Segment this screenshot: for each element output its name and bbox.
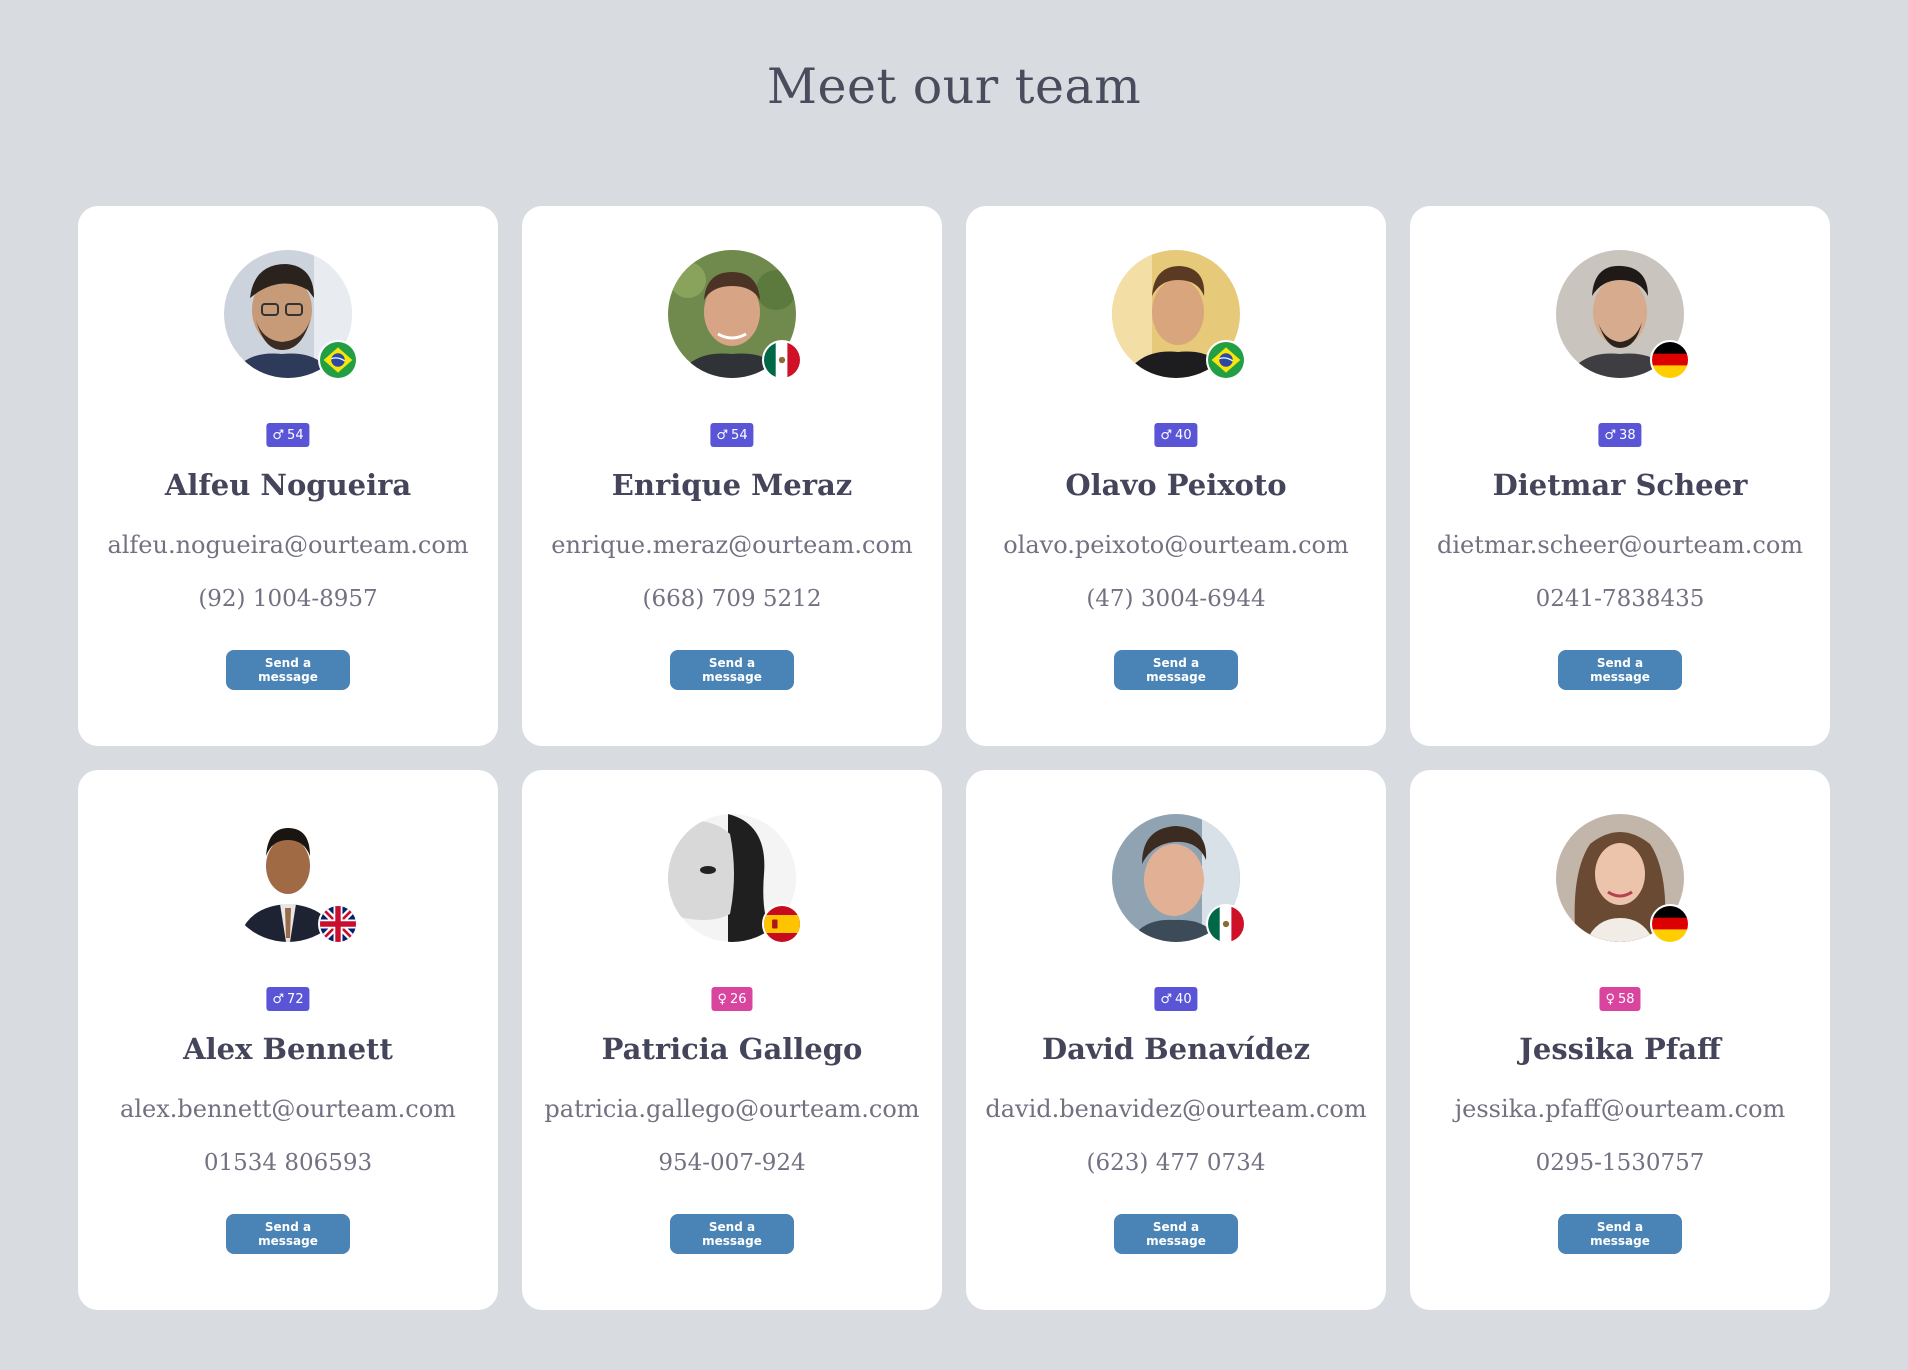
page-title: Meet our team — [766, 58, 1142, 115]
member-phone: 954-007-924 — [658, 1150, 806, 1176]
male-icon: ♂ — [716, 427, 729, 443]
send-message-button[interactable]: Send a message — [1558, 1214, 1682, 1254]
send-message-button[interactable]: Send a message — [226, 650, 350, 690]
send-message-button[interactable]: Send a message — [1558, 650, 1682, 690]
member-phone: (668) 709 5212 — [642, 586, 822, 612]
brazil-flag-icon — [1206, 340, 1246, 380]
male-icon: ♂ — [1160, 427, 1173, 443]
gender-age-badge: ♂ 54 — [710, 423, 754, 447]
team-member-card: ♂ 40 David Benavídez david.benavidez@our… — [966, 770, 1386, 1310]
team-member-card: ♂ 54 Enrique Meraz enrique.meraz@ourteam… — [522, 206, 942, 746]
team-member-card: ♂ 40 Olavo Peixoto olavo.peixoto@ourteam… — [966, 206, 1386, 746]
member-email: jessika.pfaff@ourteam.com — [1454, 1095, 1786, 1123]
member-email: alex.bennett@ourteam.com — [120, 1095, 456, 1123]
gender-age-badge: ♂ 38 — [1598, 423, 1642, 447]
age-label: 58 — [1617, 991, 1635, 1007]
member-email: olavo.peixoto@ourteam.com — [1003, 531, 1349, 559]
send-message-button[interactable]: Send a message — [670, 1214, 794, 1254]
spain-flag-icon — [762, 904, 802, 944]
male-icon: ♂ — [1604, 427, 1617, 443]
member-phone: 0241-7838435 — [1535, 586, 1705, 612]
brazil-flag-icon — [318, 340, 358, 380]
avatar-container — [224, 250, 358, 380]
age-label: 54 — [731, 427, 748, 443]
member-name: Enrique Meraz — [611, 468, 853, 502]
team-grid: ♂ 54 Alfeu Nogueira alfeu.nogueira@ourte… — [78, 206, 1830, 1310]
member-phone: 0295-1530757 — [1535, 1150, 1705, 1176]
germany-flag-icon — [1650, 340, 1690, 380]
germany-flag-icon — [1650, 904, 1690, 944]
team-member-card: ♀ 58 Jessika Pfaff jessika.pfaff@ourteam… — [1410, 770, 1830, 1310]
send-message-button[interactable]: Send a message — [670, 650, 794, 690]
member-name: Dietmar Scheer — [1492, 468, 1748, 502]
team-member-card: ♂ 54 Alfeu Nogueira alfeu.nogueira@ourte… — [78, 206, 498, 746]
avatar-container — [1556, 814, 1690, 944]
member-name: Jessika Pfaff — [1519, 1032, 1721, 1066]
female-icon: ♀ — [717, 991, 727, 1007]
member-name: Patricia Gallego — [601, 1032, 863, 1066]
team-member-card: ♀ 26 Patricia Gallego patricia.gallego@o… — [522, 770, 942, 1310]
team-member-card: ♂ 38 Dietmar Scheer dietmar.scheer@ourte… — [1410, 206, 1830, 746]
team-member-card: ♂ 72 Alex Bennett alex.bennett@ourteam.c… — [78, 770, 498, 1310]
avatar-container — [224, 814, 358, 944]
member-phone: (47) 3004-6944 — [1086, 586, 1266, 612]
gender-age-badge: ♂ 54 — [266, 423, 310, 447]
avatar-container — [668, 814, 802, 944]
member-phone: 01534 806593 — [203, 1150, 373, 1176]
member-phone: (92) 1004-8957 — [198, 586, 378, 612]
send-message-button[interactable]: Send a message — [226, 1214, 350, 1254]
member-name: Alfeu Nogueira — [164, 468, 412, 502]
member-email: alfeu.nogueira@ourteam.com — [107, 531, 469, 559]
send-message-button[interactable]: Send a message — [1114, 1214, 1238, 1254]
avatar-container — [668, 250, 802, 380]
member-email: enrique.meraz@ourteam.com — [551, 531, 913, 559]
gender-age-badge: ♂ 72 — [266, 987, 310, 1011]
avatar-container — [1112, 250, 1246, 380]
age-label: 26 — [729, 991, 747, 1007]
age-label: 72 — [287, 991, 304, 1007]
mexico-flag-icon — [1206, 904, 1246, 944]
male-icon: ♂ — [272, 991, 285, 1007]
age-label: 38 — [1619, 427, 1636, 443]
age-label: 54 — [287, 427, 304, 443]
member-name: David Benavídez — [1041, 1032, 1311, 1066]
member-email: david.benavidez@ourteam.com — [985, 1095, 1367, 1123]
uk-flag-icon — [318, 904, 358, 944]
member-name: Alex Bennett — [183, 1032, 393, 1066]
member-email: dietmar.scheer@ourteam.com — [1436, 531, 1804, 559]
male-icon: ♂ — [272, 427, 285, 443]
member-email: patricia.gallego@ourteam.com — [544, 1095, 920, 1123]
member-name: Olavo Peixoto — [1065, 468, 1287, 502]
avatar-container — [1556, 250, 1690, 380]
gender-age-badge: ♂ 40 — [1154, 987, 1198, 1011]
avatar-container — [1112, 814, 1246, 944]
member-phone: (623) 477 0734 — [1086, 1150, 1266, 1176]
mexico-flag-icon — [762, 340, 802, 380]
age-label: 40 — [1175, 427, 1192, 443]
age-label: 40 — [1175, 991, 1192, 1007]
gender-age-badge: ♂ 40 — [1154, 423, 1198, 447]
send-message-button[interactable]: Send a message — [1114, 650, 1238, 690]
gender-age-badge: ♀ 26 — [711, 987, 753, 1011]
male-icon: ♂ — [1160, 991, 1173, 1007]
female-icon: ♀ — [1605, 991, 1615, 1007]
gender-age-badge: ♀ 58 — [1599, 987, 1641, 1011]
